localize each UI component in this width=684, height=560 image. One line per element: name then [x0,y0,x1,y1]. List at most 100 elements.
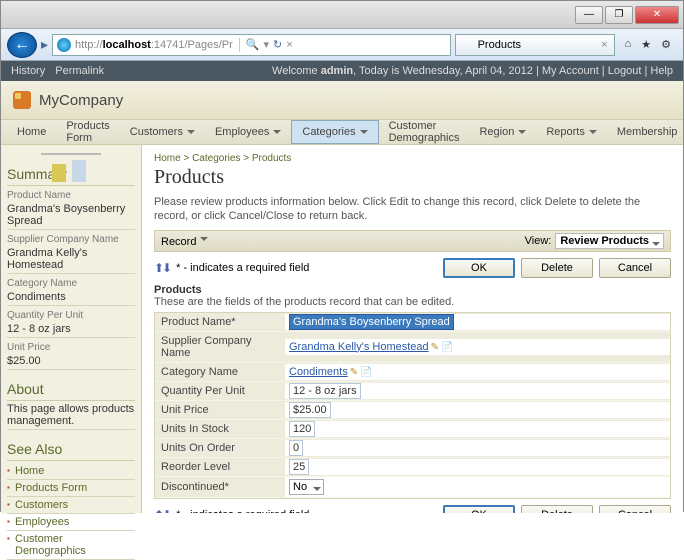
company-logo-icon [13,91,31,109]
required-hint: * - indicates a required field [176,509,309,513]
summary-value: Grandma's Boysenberry Spread [7,203,135,230]
address-bar[interactable]: http://localhost:14741/Pages/Pr 🔍 ▾ ↻ × [52,34,451,56]
home-icon[interactable]: ⌂ [625,38,632,51]
menu-customer-demographics[interactable]: Customer Demographics [379,120,470,144]
logout-link[interactable]: Logout [608,65,642,77]
delete-button[interactable]: Delete [521,258,593,278]
chevron-down-icon [313,487,321,495]
close-button[interactable]: ✕ [635,6,679,24]
menu-employees[interactable]: Employees [205,120,291,144]
seealso-link[interactable]: Employees [7,514,135,531]
field-label: Units On Order [155,439,285,457]
url-prefix: http://localhost:14741/Pages/Pr [75,39,233,51]
menu-reports[interactable]: Reports [536,120,607,144]
page-title: Products [154,166,671,189]
breadcrumb[interactable]: Home > Categories > Products [154,153,671,164]
menu-categories[interactable]: Categories [291,120,378,144]
cancel-button[interactable]: Cancel [599,258,671,278]
chevron-down-icon [652,242,660,250]
required-hint: * - indicates a required field [176,262,309,274]
my-account-link[interactable]: My Account [542,65,599,77]
seealso-link[interactable]: Home [7,463,135,480]
about-heading: About [7,378,135,401]
view-label: View: [525,235,552,247]
stop-icon[interactable]: × [286,39,292,51]
reorder-input[interactable]: 25 [289,459,309,475]
back-button[interactable]: ← [7,32,37,58]
edit-form: Product Name*Grandma's Boysenberry Sprea… [154,312,671,499]
view-selector[interactable]: Review Products [555,233,664,249]
chevron-down-icon [187,130,195,138]
forward-button[interactable]: ▸ [41,36,48,53]
about-text: This page allows products management. [7,403,135,430]
chevron-down-icon [589,130,597,138]
chevron-down-icon [518,130,526,138]
summary-heading: Summary [7,163,135,186]
summary-label: Product Name [7,190,135,201]
favorites-icon[interactable]: ★ [641,38,651,51]
sidebar: Summary Product Name Grandma's Boysenber… [1,145,141,513]
preview-icon [41,153,101,155]
main-menu: Home Products Form Customers Employees C… [1,119,683,145]
stock-input[interactable]: 120 [289,421,315,437]
qpu-input[interactable]: 12 - 8 oz jars [289,383,361,399]
menu-customers[interactable]: Customers [120,120,205,144]
tab-icon [462,39,474,51]
summary-label: Unit Price [7,342,135,353]
history-link[interactable]: History [11,65,45,77]
product-name-input[interactable]: Grandma's Boysenberry Spread [289,314,454,330]
new-icon[interactable]: 📄 [360,367,372,378]
site-icon [57,38,71,52]
summary-value: 12 - 8 oz jars [7,323,135,338]
seealso-link[interactable]: Customer Demographics [7,531,135,560]
permalink-link[interactable]: Permalink [55,65,104,77]
summary-label: Quantity Per Unit [7,310,135,321]
nav-arrows-icon[interactable]: ⬆⬇ [154,261,170,275]
section-title: Products [154,284,671,296]
tab-close-icon[interactable]: × [601,39,607,51]
edit-icon[interactable]: ✎ [431,342,439,353]
record-menu[interactable]: Record [161,234,208,248]
category-link[interactable]: Condiments [289,366,348,378]
minimize-button[interactable]: — [575,6,603,24]
app-header: MyCompany [1,81,683,119]
chevron-down-icon [200,237,208,245]
menu-home[interactable]: Home [7,120,56,144]
menu-region[interactable]: Region [469,120,536,144]
browser-nav: ← ▸ http://localhost:14741/Pages/Pr 🔍 ▾ … [1,29,683,61]
settings-icon[interactable]: ⚙ [661,38,671,51]
maximize-button[interactable]: ❐ [605,6,633,24]
field-label: Product Name* [155,313,285,331]
field-label: Reorder Level [155,458,285,476]
company-name: MyCompany [39,92,123,109]
discontinued-select[interactable]: No [289,479,324,495]
help-link[interactable]: Help [650,65,673,77]
chevron-down-icon [273,130,281,138]
price-input[interactable]: $25.00 [289,402,331,418]
summary-value: $25.00 [7,355,135,370]
browser-tab[interactable]: Products × [455,34,615,56]
order-input[interactable]: 0 [289,440,303,456]
seealso-link[interactable]: Customers [7,497,135,514]
new-icon[interactable]: 📄 [441,342,453,353]
app-statusbar: History Permalink Welcome admin, Today i… [1,61,683,81]
menu-membership[interactable]: Membership [607,120,684,144]
ok-button[interactable]: OK [443,258,515,278]
summary-value: Condiments [7,291,135,306]
menu-products-form[interactable]: Products Form [56,120,119,144]
nav-arrows-icon[interactable]: ⬆⬇ [154,508,170,513]
chevron-down-icon [360,130,368,138]
welcome-text: Welcome admin, Today is Wednesday, April… [272,65,673,77]
field-label: Supplier Company Name [155,332,285,362]
main-panel: Home > Categories > Products Products Pl… [141,145,683,513]
edit-icon[interactable]: ✎ [350,367,358,378]
seealso-link[interactable]: Products Form [7,480,135,497]
search-icon[interactable]: 🔍 [246,38,260,51]
refresh-icon[interactable]: ↻ [273,38,282,51]
tab-title: Products [478,39,521,51]
supplier-link[interactable]: Grandma Kelly's Homestead [289,341,429,353]
summary-label: Category Name [7,278,135,289]
field-label: Discontinued* [155,478,285,496]
field-label: Quantity Per Unit [155,382,285,400]
window-titlebar: — ❐ ✕ [1,1,683,29]
